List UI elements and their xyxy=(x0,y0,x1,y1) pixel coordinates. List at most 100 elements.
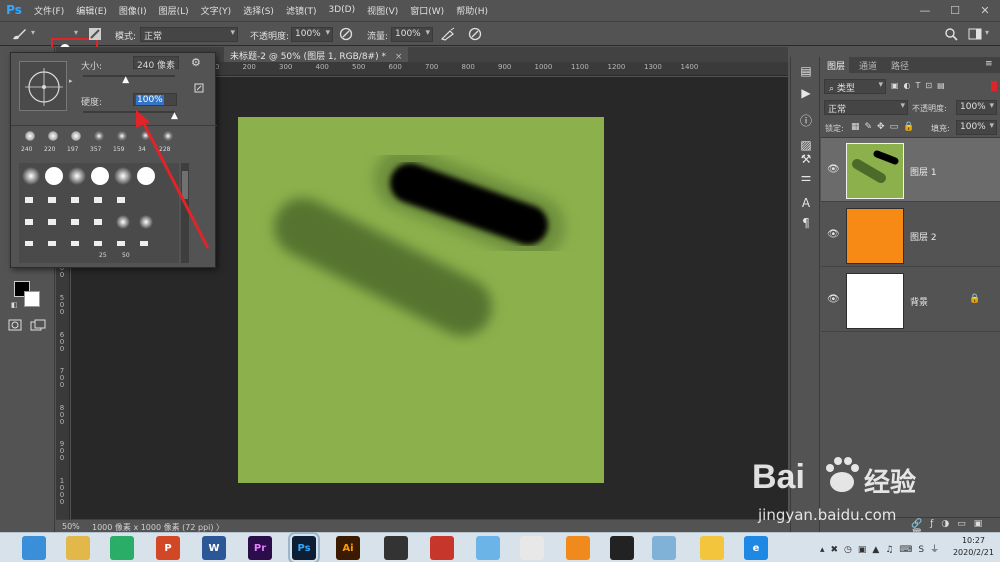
layer-row[interactable]: 👁 图层 1 xyxy=(821,138,1000,202)
minimize-button[interactable]: — xyxy=(910,0,940,20)
pressure-size-icon[interactable] xyxy=(468,27,482,41)
taskbar-app-illustrator[interactable]: Ai xyxy=(336,536,360,560)
lock-icons[interactable]: ▦✎✥▭🔒 xyxy=(851,122,919,132)
new-preset-icon[interactable] xyxy=(194,83,204,93)
panel-menu-icon[interactable]: ≡ xyxy=(985,59,993,69)
filter-toggle[interactable] xyxy=(991,81,997,91)
layer-name[interactable]: 图层 2 xyxy=(910,230,937,243)
chevron-down-icon[interactable]: ▾ xyxy=(74,28,78,37)
taskbar-app-video[interactable] xyxy=(384,536,408,560)
fill-label: 填充: xyxy=(931,124,950,133)
taskbar-app-powerpoint[interactable]: P xyxy=(156,536,180,560)
quick-mask-icon[interactable] xyxy=(8,319,22,331)
clock-time: 10:27 xyxy=(961,536,986,545)
fill-field[interactable]: 100% xyxy=(956,120,997,135)
layer-row[interactable]: 👁 图层 2 xyxy=(821,203,1000,267)
ruler-tick-label: 500 xyxy=(352,63,366,71)
menu-file[interactable]: 文件(F) xyxy=(28,4,70,17)
screen-mode-icon[interactable] xyxy=(30,319,46,331)
eye-icon[interactable]: 👁 xyxy=(827,229,840,240)
close-button[interactable]: ✕ xyxy=(970,0,1000,20)
taskbar-app-ie[interactable]: e xyxy=(744,536,768,560)
brush-angle-preview[interactable] xyxy=(19,61,67,111)
hardness-value: 100% xyxy=(136,95,164,105)
taskbar-app-wechat[interactable] xyxy=(110,536,134,560)
mode-dropdown[interactable]: 正常 xyxy=(140,27,238,42)
tab-layers[interactable]: 图层 xyxy=(827,59,845,72)
menu-image[interactable]: 图像(I) xyxy=(113,4,153,17)
blend-mode-dropdown[interactable]: 正常 xyxy=(824,100,908,115)
search-icon: ⌕ xyxy=(829,84,835,94)
document-tab[interactable]: 未标题-2 @ 50% (图层 1, RGB/8#) * × xyxy=(224,47,409,62)
eye-icon[interactable]: 👁 xyxy=(827,294,840,305)
menu-type[interactable]: 文字(Y) xyxy=(195,4,238,17)
lock-label: 锁定: xyxy=(825,124,844,133)
chevron-down-icon[interactable]: ▾ xyxy=(985,28,989,37)
menu-edit[interactable]: 编辑(E) xyxy=(70,4,113,17)
layer-thumbnail xyxy=(846,208,904,264)
layer-name[interactable]: 图层 1 xyxy=(910,165,937,178)
taskbar-app-app-notebook[interactable] xyxy=(652,536,676,560)
background-color-swatch[interactable] xyxy=(24,291,40,307)
zoom-level[interactable]: 50% xyxy=(62,522,80,531)
taskbar-app-qq[interactable] xyxy=(610,536,634,560)
taskbar-app-browser[interactable] xyxy=(22,536,46,560)
ruler-tick-label: 200 xyxy=(242,63,256,71)
menu-bar: Ps 文件(F) 编辑(E) 图像(I) 图层(L) 文字(Y) 选择(S) 滤… xyxy=(0,0,1000,20)
watermark-brand-cn: 经验 xyxy=(864,468,917,498)
properties-icon[interactable]: ⚌ xyxy=(795,169,817,185)
taskbar-app-app-bird[interactable] xyxy=(476,536,500,560)
mode-label: 模式: xyxy=(115,32,137,42)
taskbar-app-explorer[interactable] xyxy=(66,536,90,560)
tab-close-icon[interactable]: × xyxy=(395,52,403,62)
menu-layer[interactable]: 图层(L) xyxy=(153,4,195,17)
tab-channels[interactable]: 通道 xyxy=(859,59,877,72)
menu-help[interactable]: 帮助(H) xyxy=(450,4,494,17)
menu-filter[interactable]: 滤镜(T) xyxy=(280,4,323,17)
size-slider-thumb[interactable]: ▲ xyxy=(122,75,129,85)
history-icon[interactable]: ▤ xyxy=(795,63,817,79)
taskbar-app-word[interactable]: W xyxy=(202,536,226,560)
info-icon[interactable]: ⓘ xyxy=(795,113,817,129)
character-icon[interactable]: A xyxy=(795,195,817,211)
hardness-input[interactable]: 100% xyxy=(133,93,177,106)
layer-opacity-field[interactable]: 100% xyxy=(956,100,997,115)
taskbar-app-app-fox[interactable] xyxy=(566,536,590,560)
search-icon[interactable] xyxy=(944,27,958,41)
workspace-icon[interactable] xyxy=(968,28,982,40)
actions-play-icon[interactable]: ▶ xyxy=(795,85,817,101)
clock-date: 2020/2/21 xyxy=(952,548,994,557)
airbrush-icon[interactable] xyxy=(440,27,456,41)
paragraph-icon[interactable]: ¶ xyxy=(795,215,817,231)
brush-settings-icon[interactable]: ⚒ xyxy=(795,151,817,167)
taskbar-app-app-yellow[interactable] xyxy=(700,536,724,560)
menu-select[interactable]: 选择(S) xyxy=(237,4,280,17)
menu-view[interactable]: 视图(V) xyxy=(361,4,404,17)
eye-icon[interactable]: 👁 xyxy=(827,164,840,175)
size-input[interactable]: 240 像素 xyxy=(133,56,179,71)
system-tray-icons[interactable]: ▴✖◷▣▲♫⌨S⏚ xyxy=(820,542,945,555)
maximize-button[interactable]: ☐ xyxy=(940,0,970,20)
layer-filter-icons[interactable]: ▣◐T⊡▤ xyxy=(891,81,950,90)
taskbar-app-app-red[interactable] xyxy=(430,536,454,560)
menu-3d[interactable]: 3D(D) xyxy=(322,5,361,15)
flow-field[interactable]: 100% xyxy=(391,27,433,42)
default-colors-icon[interactable]: ◧ xyxy=(11,301,18,309)
taskbar-app-photoshop[interactable]: Ps xyxy=(288,532,320,562)
taskbar-app-chrome[interactable] xyxy=(520,536,544,560)
taskbar-app-premiere[interactable]: Pr xyxy=(248,536,272,560)
clock[interactable]: 10:27 2020/2/21 xyxy=(953,535,994,559)
layer-name[interactable]: 背景 xyxy=(910,295,928,308)
brush-panel-toggle-icon[interactable] xyxy=(88,27,102,41)
layer-row[interactable]: 👁 背景 🔒 xyxy=(821,268,1000,332)
chevron-down-icon[interactable]: ▾ xyxy=(31,28,35,37)
gear-icon[interactable]: ⚙ xyxy=(191,56,201,69)
tab-paths[interactable]: 路径 xyxy=(891,59,909,72)
opacity-field[interactable]: 100% xyxy=(291,27,333,42)
brush-tool-icon[interactable] xyxy=(10,26,28,42)
pressure-opacity-icon[interactable] xyxy=(339,27,353,41)
layer-filter-dropdown[interactable]: ⌕ 类型 xyxy=(824,79,886,94)
menu-window[interactable]: 窗口(W) xyxy=(404,4,450,17)
document-canvas[interactable] xyxy=(238,117,604,483)
angle-arrow-icon: ▸ xyxy=(69,77,73,85)
